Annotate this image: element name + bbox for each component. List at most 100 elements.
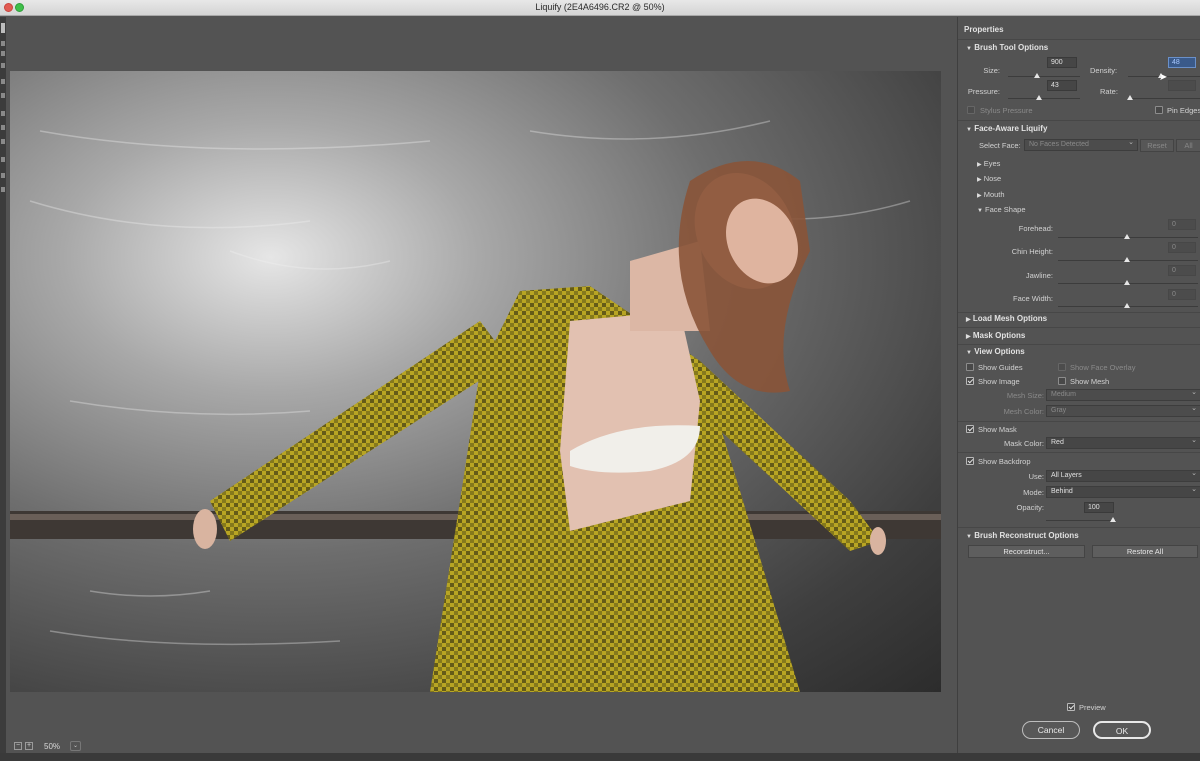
hand-tool-icon[interactable]: [1, 173, 5, 178]
mask-color-dropdown[interactable]: Red: [1046, 436, 1200, 449]
show-guides-checkbox[interactable]: [966, 363, 974, 371]
rate-slider-track[interactable]: [1128, 98, 1200, 99]
expand-face-shape[interactable]: ▼ Face Shape: [977, 205, 1026, 214]
chin-height-label: Chin Height:: [1011, 247, 1053, 256]
face-width-input[interactable]: 0: [1168, 289, 1196, 300]
face-width-slider-thumb[interactable]: [1124, 303, 1130, 308]
zoom-out-button[interactable]: −: [14, 742, 22, 750]
pressure-slider-thumb[interactable]: [1036, 95, 1042, 100]
thaw-mask-tool-icon[interactable]: [1, 139, 5, 144]
mouse-cursor-icon: ➤: [1159, 72, 1168, 83]
preview-label: Preview: [1079, 703, 1106, 712]
triangle-down-icon: ▼: [966, 350, 972, 356]
expand-eyes[interactable]: ▶ Eyes: [977, 159, 1000, 168]
opacity-input[interactable]: 100: [1084, 502, 1114, 513]
section-brush-tool-options[interactable]: ▼ Brush Tool Options: [966, 43, 1048, 52]
jawline-slider-thumb[interactable]: [1124, 280, 1130, 285]
density-input[interactable]: 48: [1168, 57, 1196, 68]
section-face-aware-liquify[interactable]: ▼ Face-Aware Liquify: [966, 124, 1047, 133]
triangle-down-icon: ▼: [966, 534, 972, 540]
stylus-pressure-label: Stylus Pressure: [980, 106, 1033, 115]
triangle-right-icon: ▶: [977, 193, 982, 199]
photo-preview[interactable]: [10, 71, 941, 692]
triangle-right-icon: ▶: [966, 334, 971, 340]
all-button[interactable]: All: [1176, 139, 1200, 152]
expand-mouth[interactable]: ▶ Mouth: [977, 190, 1005, 199]
pressure-slider-track[interactable]: [1008, 98, 1080, 99]
twirl-tool-icon[interactable]: [1, 63, 5, 68]
bottom-strip: [0, 753, 1200, 761]
show-mesh-checkbox[interactable]: [1058, 377, 1066, 385]
select-face-dropdown[interactable]: No Faces Detected: [1024, 138, 1138, 151]
opacity-slider-track[interactable]: [1046, 520, 1116, 521]
section-mask-options[interactable]: ▶ Mask Options: [966, 331, 1025, 340]
mode-label: Mode:: [1023, 488, 1044, 497]
show-face-overlay-checkbox[interactable]: [1058, 363, 1066, 371]
rate-slider-thumb[interactable]: [1127, 95, 1133, 100]
rate-input[interactable]: [1168, 80, 1196, 91]
triangle-right-icon: ▶: [977, 177, 982, 183]
triangle-down-icon: ▼: [966, 127, 972, 133]
show-image-label: Show Image: [978, 377, 1020, 386]
show-mesh-label: Show Mesh: [1070, 377, 1110, 386]
mesh-color-dropdown[interactable]: Gray: [1046, 404, 1200, 417]
ok-button[interactable]: OK: [1093, 721, 1151, 739]
expand-nose[interactable]: ▶ Nose: [977, 174, 1001, 183]
reconstruct-tool-icon[interactable]: [1, 41, 5, 46]
section-brush-reconstruct-options[interactable]: ▼ Brush Reconstruct Options: [966, 531, 1079, 540]
push-left-tool-icon[interactable]: [1, 111, 5, 116]
section-view-options[interactable]: ▼ View Options: [966, 347, 1025, 356]
zoom-dropdown[interactable]: ⌄: [70, 741, 81, 751]
canvas-area[interactable]: [6, 17, 956, 753]
face-width-label: Face Width:: [1012, 294, 1053, 303]
rate-label: Rate:: [1100, 87, 1118, 96]
pucker-tool-icon[interactable]: [1, 79, 5, 84]
window-title: Liquify (2E4A6496.CR2 @ 50%): [535, 2, 665, 12]
show-face-overlay-label: Show Face Overlay: [1070, 363, 1136, 372]
forward-warp-tool-icon[interactable]: [1, 23, 5, 33]
jawline-label: Jawline:: [1025, 271, 1053, 280]
chin-height-input[interactable]: 0: [1168, 242, 1196, 253]
pin-edges-label: Pin Edges: [1167, 106, 1200, 115]
size-slider-thumb[interactable]: [1034, 73, 1040, 78]
smooth-tool-icon[interactable]: [1, 51, 5, 56]
show-guides-label: Show Guides: [978, 363, 1023, 372]
pin-edges-checkbox[interactable]: [1155, 106, 1163, 114]
section-load-mesh-options[interactable]: ▶ Load Mesh Options: [966, 314, 1047, 323]
status-bar: − + 50% ⌄: [6, 739, 956, 753]
zoom-in-button[interactable]: +: [25, 742, 33, 750]
preview-checkbox[interactable]: [1067, 703, 1075, 711]
pressure-input[interactable]: 43: [1047, 80, 1077, 91]
triangle-right-icon: ▶: [977, 162, 982, 168]
chin-height-slider-thumb[interactable]: [1124, 257, 1130, 262]
mesh-size-dropdown[interactable]: Medium: [1046, 388, 1200, 401]
forehead-input[interactable]: 0: [1168, 219, 1196, 230]
show-mask-checkbox[interactable]: [966, 425, 974, 433]
window-titlebar: Liquify (2E4A6496.CR2 @ 50%): [0, 0, 1200, 16]
cancel-button[interactable]: Cancel: [1022, 721, 1080, 739]
show-backdrop-checkbox[interactable]: [966, 457, 974, 465]
mesh-color-label: Mesh Color:: [1003, 407, 1044, 416]
show-mask-label: Show Mask: [978, 425, 1017, 434]
use-dropdown[interactable]: All Layers: [1046, 469, 1200, 482]
triangle-right-icon: ▶: [966, 317, 971, 323]
opacity-slider-thumb[interactable]: [1110, 517, 1116, 522]
zoom-tool-icon[interactable]: [1, 187, 5, 192]
bloat-tool-icon[interactable]: [1, 93, 5, 98]
reset-button[interactable]: Reset: [1140, 139, 1174, 152]
size-slider-track[interactable]: [1008, 76, 1080, 77]
restore-all-button[interactable]: Restore All: [1092, 545, 1198, 558]
mask-color-label: Mask Color:: [1003, 439, 1044, 448]
freeze-mask-tool-icon[interactable]: [1, 125, 5, 130]
show-image-checkbox[interactable]: [966, 377, 974, 385]
jawline-input[interactable]: 0: [1168, 265, 1196, 276]
reconstruct-button[interactable]: Reconstruct...: [968, 545, 1085, 558]
forehead-slider-thumb[interactable]: [1124, 234, 1130, 239]
select-face-label: Select Face:: [979, 141, 1021, 150]
mode-dropdown[interactable]: Behind: [1046, 485, 1200, 498]
size-input[interactable]: 900: [1047, 57, 1077, 68]
stylus-pressure-checkbox[interactable]: [967, 106, 975, 114]
face-tool-icon[interactable]: [1, 157, 5, 162]
show-backdrop-label: Show Backdrop: [978, 457, 1031, 466]
mesh-size-label: Mesh Size:: [1006, 391, 1044, 400]
